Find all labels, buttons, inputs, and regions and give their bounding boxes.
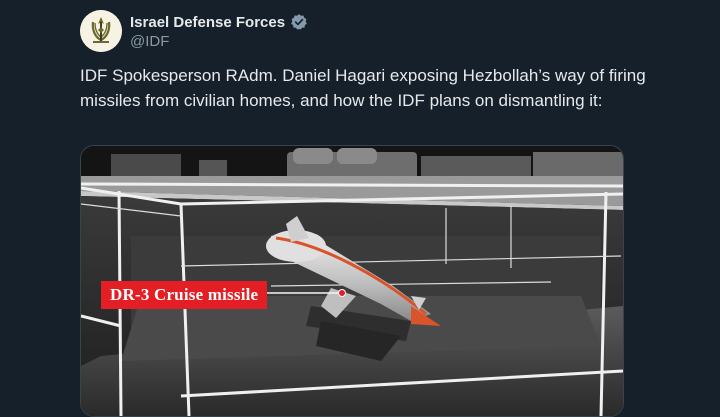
display-name[interactable]: Israel Defense Forces: [130, 14, 285, 31]
verified-badge-icon: [291, 14, 307, 30]
account-avatar[interactable]: [80, 10, 122, 52]
account-handle[interactable]: @IDF: [130, 33, 169, 50]
idf-emblem-icon: [80, 10, 122, 52]
missile-callout-label: DR-3 Cruise missile: [101, 281, 268, 309]
tweet-text: IDF Spokesperson RAdm. Daniel Hagari exp…: [80, 66, 646, 110]
